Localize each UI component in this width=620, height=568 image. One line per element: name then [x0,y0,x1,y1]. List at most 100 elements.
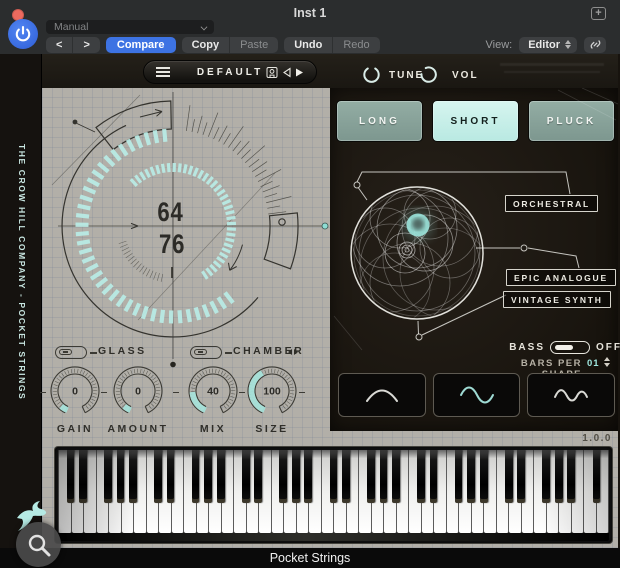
knob-label-amount: AMOUNT [106,423,170,435]
piano-key-black[interactable] [367,450,375,503]
undo-button[interactable]: Undo [284,37,332,53]
footer-title: Pocket Strings [270,551,351,565]
knob-value: 0 [135,386,141,398]
wave-button-full-sine-wave[interactable] [433,373,521,417]
prev-preset-button[interactable]: < [46,37,72,53]
knob-gain[interactable]: 0 [47,365,103,421]
piano-key-black[interactable] [542,450,550,503]
sidebar: THE CROW HILL COMPANY - POCKET STRINGS [0,54,42,548]
piano-key-black[interactable] [430,450,438,503]
bass-toggle[interactable] [550,341,590,354]
piano-key-black[interactable] [167,450,175,503]
compare-button[interactable]: Compare [106,37,176,53]
wave-button-half-sine-wave[interactable] [338,373,426,417]
knob-value: 40 [207,386,219,398]
redo-button[interactable]: Redo [332,37,379,53]
style-tag-vintage-synth[interactable]: VINTAGE SYNTH [503,291,611,308]
power-button[interactable] [8,19,38,49]
glass-dash [90,352,97,354]
preset-dropdown[interactable]: Manual [46,20,214,34]
half-sine-wave [362,385,402,405]
dial-value-top: 64 [157,198,183,228]
piano-key-black[interactable] [204,450,212,503]
piano-key-black[interactable] [417,450,425,503]
texture-circle [351,187,483,319]
piano-key-black[interactable] [117,450,125,503]
chevron-down-icon [201,24,208,31]
bars-per-shape-value[interactable]: 01 [587,358,600,369]
style-tag-orchestral[interactable]: ORCHESTRAL [505,195,598,212]
plugin-window: Inst 1 + Manual < > Compare Copy Paste U… [0,0,620,568]
piano-key-black[interactable] [254,450,262,503]
view-selector-value: Editor [528,37,560,53]
piano-key-black[interactable] [517,450,525,503]
save-icon[interactable] [266,66,278,79]
dial-edge-pin [322,223,328,229]
piano-key-black[interactable] [593,450,601,503]
piano-key-black[interactable] [567,450,575,503]
vol-knob[interactable] [419,65,438,84]
knob-size[interactable]: 100 [244,365,300,421]
dial-pin [73,120,78,125]
preset-dropdown-value: Manual [54,21,88,33]
piano-key-black[interactable] [505,450,513,503]
bars-per-shape-stepper[interactable] [604,357,610,367]
piano-key-black[interactable] [342,450,350,503]
step-down-icon [604,363,610,367]
glass-label: GLASS [98,345,147,357]
style-tag-epic-analogue[interactable]: EPIC ANALOGUE [506,269,616,286]
next-preset-button[interactable]: > [72,37,99,53]
copy-button[interactable]: Copy [182,37,230,53]
piano-key-black[interactable] [79,450,87,503]
knob-dash [173,392,179,393]
magnifier-watermark [16,522,61,567]
piano-key-black[interactable] [467,450,475,503]
wave-button-double-sine-wave[interactable] [527,373,615,417]
glass-toggle-knob [59,349,72,355]
piano-key-black[interactable] [67,450,75,503]
piano-key-black[interactable] [455,450,463,503]
chamber-toggle[interactable] [190,346,222,359]
piano-key-black[interactable] [480,450,488,503]
link-button[interactable] [584,37,606,53]
vol-label: VOL [452,70,479,81]
dial-value-bottom: 76 [159,230,185,260]
piano-key-black[interactable] [292,450,300,503]
piano-key-black[interactable] [380,450,388,503]
piano-key-black[interactable] [104,450,112,503]
knob-label-size: SIZE [240,423,304,435]
piano-key-black[interactable] [242,450,250,503]
paste-button[interactable]: Paste [229,37,278,53]
dial-bottom-pin [170,362,176,368]
piano-keyboard[interactable] [55,447,612,543]
glass-toggle[interactable] [55,346,87,359]
piano-key-black[interactable] [392,450,400,503]
piano-key-black[interactable] [279,450,287,503]
chamber-prev-icon [288,349,292,355]
piano-key-black[interactable] [154,450,162,503]
knob-amount[interactable]: 0 [110,365,166,421]
piano-key-black[interactable] [217,450,225,503]
piano-key-black[interactable] [330,450,338,503]
plugin-header: DEFAULT TUNE VOL [42,54,618,88]
plus-icon[interactable]: + [591,7,606,20]
piano-key-black[interactable] [192,450,200,503]
prev-triangle-icon[interactable] [282,67,291,78]
main-dial[interactable]: 64 76 [42,88,330,370]
texture-puck[interactable] [402,209,434,241]
knob-mix[interactable]: 40 [185,365,241,421]
link-icon [589,38,602,51]
view-selector[interactable]: Editor [519,37,577,53]
piano-key-black[interactable] [555,450,563,503]
footer-bar: Pocket Strings [0,548,620,568]
piano-key-black[interactable] [129,450,137,503]
preset-bar[interactable]: DEFAULT [143,60,317,84]
sidebar-brand: THE CROW HILL COMPANY - POCKET STRINGS [17,144,27,400]
chamber-arrows[interactable] [288,349,298,355]
chamber-toggle-knob [194,349,207,355]
next-triangle-icon[interactable] [295,67,304,78]
piano-key-black[interactable] [304,450,312,503]
tune-knob[interactable] [362,65,381,84]
knob-label-gain: GAIN [43,423,107,435]
bass-state: OFF [596,342,620,353]
